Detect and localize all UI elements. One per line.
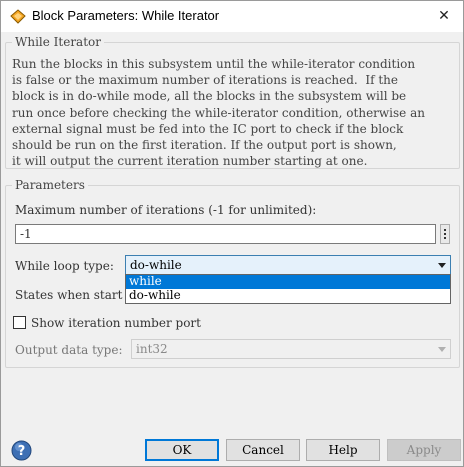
loop-type-value: do-while (130, 258, 182, 272)
more-options-icon[interactable] (440, 224, 450, 244)
help-button[interactable]: Help (306, 439, 380, 461)
svg-text:?: ? (18, 444, 26, 459)
block-parameters-dialog: Block Parameters: While Iterator ✕ While… (0, 0, 464, 467)
states-when-starting-label: States when start (15, 288, 123, 302)
loop-type-option-while[interactable]: while (126, 275, 450, 289)
max-iterations-input[interactable]: -1 (15, 224, 436, 244)
block-description: Run the blocks in this subsystem until t… (12, 57, 425, 169)
apply-button: Apply (387, 439, 461, 461)
loop-type-select[interactable]: do-while (125, 255, 451, 275)
show-iteration-port-checkbox[interactable] (13, 316, 26, 329)
cancel-button[interactable]: Cancel (226, 439, 300, 461)
show-iteration-port-label: Show iteration number port (31, 316, 201, 330)
output-data-type-select: int32 (131, 339, 451, 359)
close-icon[interactable]: ✕ (431, 4, 457, 28)
help-question-icon[interactable]: ? (11, 440, 32, 461)
output-data-type-label: Output data type: (15, 343, 123, 357)
ok-button[interactable]: OK (145, 439, 219, 461)
window-title: Block Parameters: While Iterator (32, 8, 220, 23)
loop-type-dropdown-list: while do-while (125, 274, 451, 304)
title-bar: Block Parameters: While Iterator ✕ (1, 1, 463, 32)
parameters-group-title: Parameters (15, 178, 85, 192)
loop-type-label: While loop type: (15, 259, 114, 273)
output-data-type-value: int32 (136, 342, 168, 356)
chevron-down-icon (438, 347, 446, 352)
max-iterations-label: Maximum number of iterations (-1 for unl… (15, 203, 317, 217)
loop-type-option-do-while[interactable]: do-while (126, 289, 450, 303)
chevron-down-icon (438, 263, 446, 268)
simulink-block-icon (10, 9, 26, 24)
description-group-title: While Iterator (15, 35, 101, 49)
